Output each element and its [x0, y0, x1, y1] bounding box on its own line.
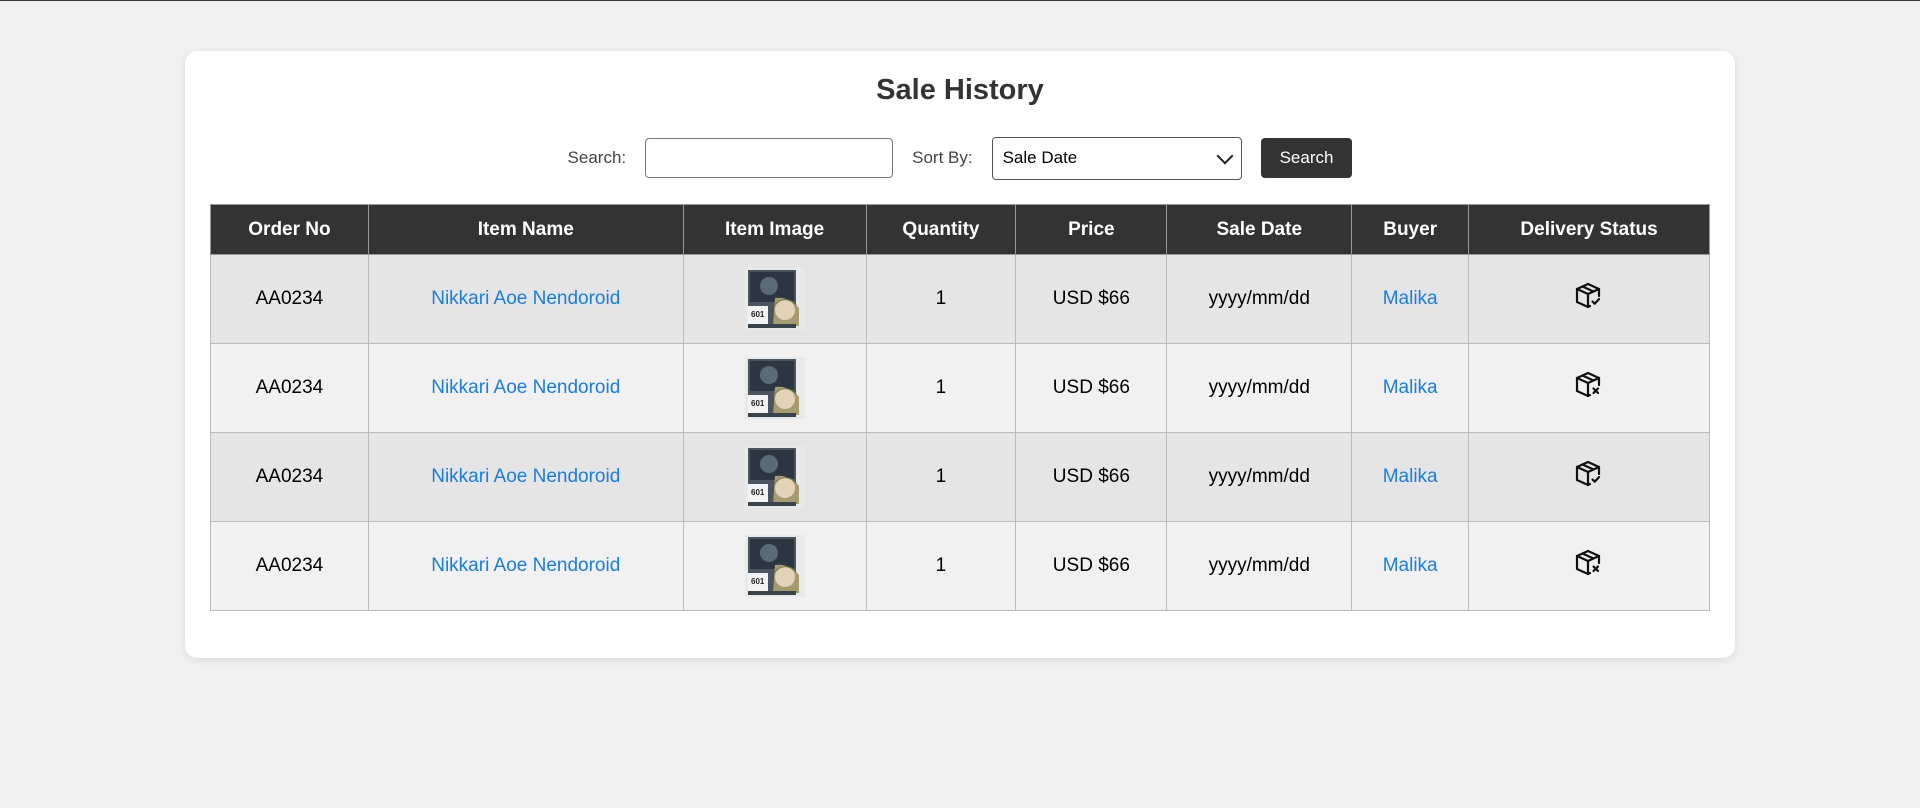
delivery-status-cell: [1468, 521, 1710, 611]
quantity: 1: [935, 555, 947, 576]
price-cell: USD $66: [1015, 432, 1168, 522]
package-check-icon[interactable]: [1574, 281, 1604, 317]
table-header-row: Order No Item Name Item Image Quantity Price…: [210, 204, 1710, 255]
sale-date: yyyy/mm/dd: [1208, 288, 1310, 309]
column-header: Price: [1015, 204, 1168, 255]
svg-text:601: 601: [751, 577, 765, 586]
column-header: Item Image: [682, 204, 867, 255]
order-no: AA0234: [255, 288, 324, 309]
buyer-link[interactable]: Malika: [1383, 377, 1438, 398]
order-no: AA0234: [255, 377, 324, 398]
svg-text:601: 601: [751, 399, 765, 408]
svg-text:601: 601: [751, 488, 765, 497]
buyer-link[interactable]: Malika: [1383, 288, 1438, 309]
table-row: AA0234 Nikkari Aoe Nendoroid 601 1 USD $66 yy…: [210, 254, 1710, 344]
item-name-cell: Nikkari Aoe Nendoroid: [367, 521, 684, 611]
buyer-cell: Malika: [1351, 521, 1470, 611]
buyer-cell: Malika: [1351, 432, 1470, 522]
package-x-icon[interactable]: [1574, 548, 1604, 584]
order-no-cell: AA0234: [210, 343, 369, 433]
sale-date-cell: yyyy/mm/dd: [1166, 254, 1353, 344]
package-x-icon[interactable]: [1574, 370, 1604, 406]
delivery-status-cell: [1468, 432, 1710, 522]
sale-date-cell: yyyy/mm/dd: [1166, 432, 1353, 522]
table-row: AA0234 Nikkari Aoe Nendoroid 601 1 USD $66 yy…: [210, 521, 1710, 611]
column-header: Quantity: [865, 204, 1017, 255]
table-row: AA0234 Nikkari Aoe Nendoroid 601 1 USD $66 yy…: [210, 432, 1710, 522]
sort-by-label: Sort By:: [912, 148, 973, 167]
delivery-status-cell: [1468, 343, 1710, 433]
item-image: 601: [744, 535, 805, 597]
sort-by-select[interactable]: Sale Date: [991, 136, 1242, 180]
order-no-cell: AA0234: [210, 432, 369, 522]
top-border: [0, 0, 1920, 1]
quantity: 1: [935, 466, 947, 487]
item-name-link[interactable]: Nikkari Aoe Nendoroid: [431, 555, 620, 576]
item-name-cell: Nikkari Aoe Nendoroid: [367, 343, 684, 433]
order-no: AA0234: [255, 466, 324, 487]
column-header: Order No: [210, 204, 369, 255]
buyer-cell: Malika: [1351, 343, 1470, 433]
price-cell: USD $66: [1015, 254, 1168, 344]
quantity-cell: 1: [865, 254, 1017, 344]
price: USD $66: [1052, 377, 1130, 398]
price-cell: USD $66: [1015, 343, 1168, 433]
sale-history-card: Sale History Search: Sort By: Sale Date …: [185, 51, 1735, 658]
sort-selected-value: Sale Date: [1002, 148, 1078, 167]
item-image: 601: [744, 357, 805, 419]
sale-history-table: Order No Item Name Item Image Quantity Price…: [210, 204, 1710, 611]
price-cell: USD $66: [1015, 521, 1168, 611]
column-header: Buyer: [1351, 204, 1470, 255]
item-image-cell: 601: [682, 521, 867, 611]
svg-text:601: 601: [751, 310, 765, 319]
package-check-icon[interactable]: [1574, 459, 1604, 495]
sale-date-cell: yyyy/mm/dd: [1166, 521, 1353, 611]
search-input[interactable]: [645, 138, 894, 178]
sale-date: yyyy/mm/dd: [1208, 466, 1310, 487]
delivery-status-cell: [1468, 254, 1710, 344]
item-image: 601: [744, 268, 805, 330]
search-toolbar: Search: Sort By: Sale Date Search: [185, 136, 1735, 180]
column-header: Sale Date: [1166, 204, 1353, 255]
table-row: AA0234 Nikkari Aoe Nendoroid 601 1 USD $66 yy…: [210, 343, 1710, 433]
item-name-link[interactable]: Nikkari Aoe Nendoroid: [431, 288, 620, 309]
item-name-cell: Nikkari Aoe Nendoroid: [367, 254, 684, 344]
price: USD $66: [1052, 288, 1130, 309]
item-image-cell: 601: [682, 254, 867, 344]
quantity-cell: 1: [865, 343, 1017, 433]
quantity-cell: 1: [865, 521, 1017, 611]
quantity-cell: 1: [865, 432, 1017, 522]
item-image-cell: 601: [682, 343, 867, 433]
order-no: AA0234: [255, 555, 324, 576]
search-button[interactable]: Search: [1260, 138, 1353, 178]
table-body: AA0234 Nikkari Aoe Nendoroid 601 1 USD $66 yy…: [210, 254, 1710, 611]
price: USD $66: [1052, 466, 1130, 487]
column-header: Delivery Status: [1468, 204, 1710, 255]
item-name-cell: Nikkari Aoe Nendoroid: [367, 432, 684, 522]
page-title: Sale History: [876, 74, 1044, 106]
search-label: Search:: [567, 148, 627, 167]
quantity: 1: [935, 377, 947, 398]
sale-date: yyyy/mm/dd: [1208, 377, 1310, 398]
item-image: 601: [744, 446, 805, 508]
order-no-cell: AA0234: [210, 254, 369, 344]
item-image-cell: 601: [682, 432, 867, 522]
buyer-cell: Malika: [1351, 254, 1470, 344]
item-name-link[interactable]: Nikkari Aoe Nendoroid: [431, 377, 620, 398]
buyer-link[interactable]: Malika: [1383, 466, 1438, 487]
item-name-link[interactable]: Nikkari Aoe Nendoroid: [431, 466, 620, 487]
buyer-link[interactable]: Malika: [1383, 555, 1438, 576]
column-header: Item Name: [367, 204, 684, 255]
price: USD $66: [1052, 555, 1130, 576]
sale-date-cell: yyyy/mm/dd: [1166, 343, 1353, 433]
chevron-down-icon: [1216, 147, 1234, 164]
sale-date: yyyy/mm/dd: [1208, 555, 1310, 576]
quantity: 1: [935, 288, 947, 309]
order-no-cell: AA0234: [210, 521, 369, 611]
